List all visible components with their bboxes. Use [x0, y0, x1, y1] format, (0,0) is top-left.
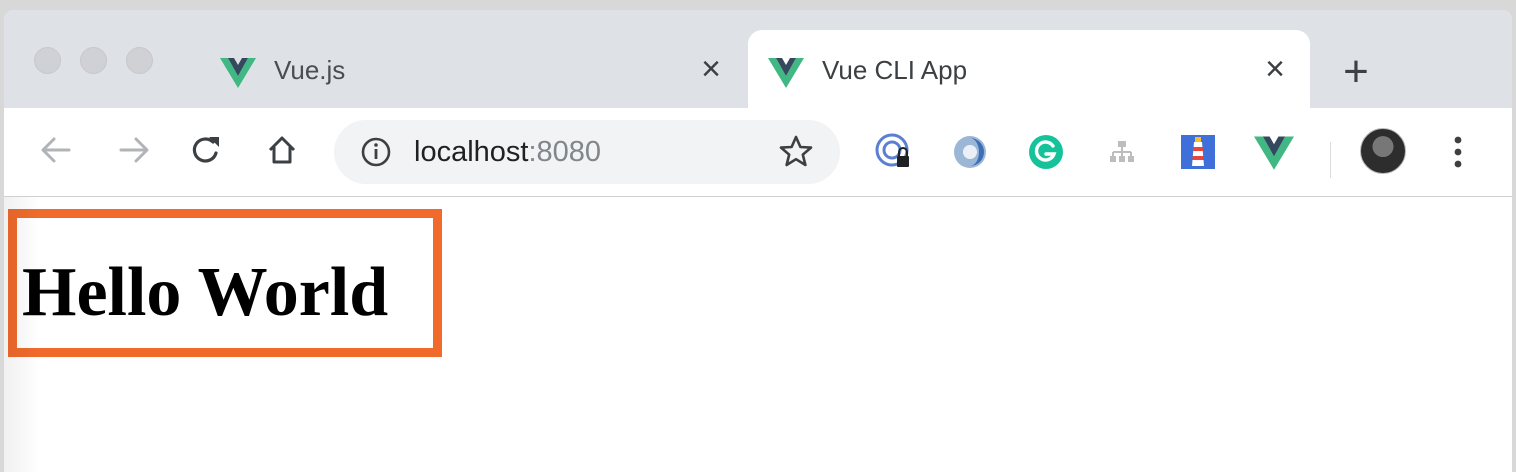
browser-toolbar: localhost:8080 — [4, 108, 1512, 197]
kebab-menu-icon[interactable] — [1440, 130, 1476, 174]
page-heading: Hello World — [22, 254, 389, 331]
close-tab-icon[interactable]: × — [1258, 52, 1292, 86]
grammarly-extension-icon[interactable] — [1026, 132, 1066, 172]
password-manager-extension-icon[interactable] — [874, 132, 914, 172]
home-button[interactable] — [260, 128, 304, 172]
reload-button[interactable] — [184, 128, 228, 172]
bookmark-star-icon[interactable] — [778, 134, 814, 170]
vue-logo-icon — [220, 58, 256, 88]
reload-icon — [192, 137, 219, 163]
forward-arrow-icon — [119, 137, 149, 163]
page-content: Hello World — [4, 197, 1512, 472]
tab-title: Vue.js — [274, 55, 346, 85]
colorful-circle-extension-icon[interactable] — [950, 132, 990, 172]
tab-title: Vue CLI App — [822, 55, 968, 85]
browser-window: Vue.js × Vue CLI App × + localhost:8080 … — [4, 10, 1512, 472]
window-zoom-light[interactable] — [126, 47, 153, 74]
tab-strip: Vue.js × Vue CLI App × + — [4, 10, 1512, 108]
close-tab-icon[interactable]: × — [694, 52, 728, 86]
info-icon[interactable] — [360, 136, 392, 168]
url-port: :8080 — [528, 136, 602, 168]
window-minimize-light[interactable] — [80, 47, 107, 74]
vue-devtools-extension-icon[interactable] — [1254, 132, 1294, 172]
home-icon — [268, 136, 296, 164]
vue-logo-icon — [768, 58, 804, 88]
back-arrow-icon — [41, 137, 71, 163]
back-button[interactable] — [34, 128, 78, 172]
address-bar[interactable]: localhost:8080 — [334, 120, 840, 184]
tab-vuejs[interactable]: Vue.js × — [200, 30, 748, 108]
url-host: localhost — [414, 136, 529, 168]
sitemap-extension-icon[interactable] — [1102, 132, 1142, 172]
lighthouse-extension-icon[interactable] — [1178, 132, 1218, 172]
forward-button[interactable] — [112, 128, 156, 172]
new-tab-button[interactable]: + — [1336, 50, 1376, 94]
toolbar-divider — [1330, 142, 1331, 178]
profile-avatar[interactable] — [1360, 128, 1406, 174]
window-close-light[interactable] — [34, 47, 61, 74]
tab-vue-cli-app[interactable]: Vue CLI App × — [748, 30, 1310, 108]
url-text[interactable]: localhost:8080 — [414, 135, 601, 169]
